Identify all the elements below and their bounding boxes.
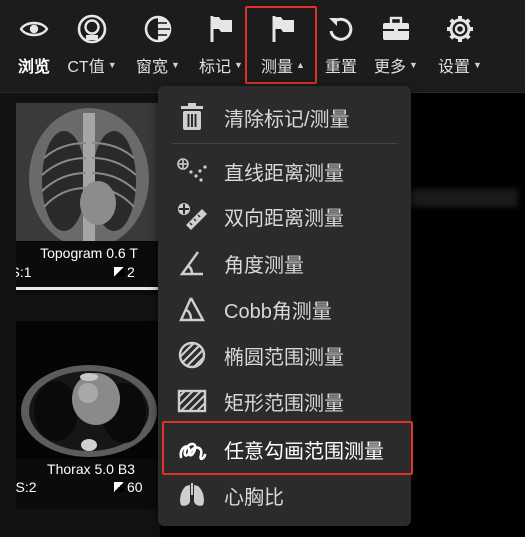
menu-item-line-distance[interactable]: 直线距离测量 xyxy=(158,148,411,194)
menu-item-label: 双向距离测量 xyxy=(224,207,344,230)
topogram-image xyxy=(16,103,162,241)
blurred-overlay-text xyxy=(408,189,518,207)
trash-icon xyxy=(174,102,210,132)
series-thumbnail-topogram[interactable]: Topogram 0.6 T S:1 2 xyxy=(16,103,162,295)
flag-icon xyxy=(204,12,238,46)
chevron-down-icon: ▼ xyxy=(234,60,243,70)
menu-item-angle[interactable]: 角度测量 xyxy=(158,240,411,286)
menu-item-label: 椭圆范围测量 xyxy=(224,346,344,369)
series-sidebar: Topogram 0.6 T S:1 2 Thorax 5.0 B3 S:2 6… xyxy=(0,93,162,537)
series-number: S:2 xyxy=(16,479,37,495)
top-toolbar: 浏览 CT值 ▼ 窗宽 ▼ 标记 ▼ 测量 ▲ 重置 更多 ▼ 设置 ▼ xyxy=(0,0,525,93)
menu-item-bidirectional-distance[interactable]: 双向距离测量 xyxy=(158,193,411,239)
gear-icon xyxy=(443,12,477,46)
line-distance-icon xyxy=(174,156,210,186)
menu-item-label: 直线距离测量 xyxy=(224,162,344,185)
toolbox-icon xyxy=(379,12,413,46)
tool-reset[interactable]: 重置 xyxy=(321,0,361,90)
chevron-down-icon: ▼ xyxy=(473,60,482,70)
series-thumbnail-thorax[interactable]: Thorax 5.0 B3 S:2 60 xyxy=(16,321,162,509)
ellipse-roi-icon xyxy=(174,340,210,370)
chevron-down-icon: ▼ xyxy=(409,60,418,70)
menu-item-cardiothoracic-ratio[interactable]: 心胸比 xyxy=(158,472,411,518)
bidirectional-distance-icon xyxy=(174,201,210,231)
tool-reset-label: 重置 xyxy=(324,59,357,76)
menu-item-label: Cobb角测量 xyxy=(224,300,332,323)
cobb-angle-icon xyxy=(174,294,210,324)
tool-mark-label: 标记 xyxy=(199,59,232,76)
tool-more[interactable]: 更多 ▼ xyxy=(370,0,422,90)
contrast-icon xyxy=(141,12,175,46)
menu-item-ellipse-roi[interactable]: 椭圆范围测量 xyxy=(158,332,411,378)
image-count: 60 xyxy=(127,479,143,495)
menu-item-cobb-angle[interactable]: Cobb角测量 xyxy=(158,286,411,332)
tool-browse-label: 浏览 xyxy=(17,59,50,76)
tool-window-width[interactable]: 窗宽 ▼ xyxy=(132,0,184,90)
menu-item-label: 角度测量 xyxy=(224,254,304,277)
menu-item-label: 心胸比 xyxy=(224,486,284,509)
ct-value-icon xyxy=(75,12,109,46)
chevron-down-icon: ▼ xyxy=(107,60,117,70)
series-title: Topogram 0.6 T xyxy=(40,245,138,261)
tool-more-label: 更多 xyxy=(374,59,407,76)
tool-ct-value[interactable]: CT值 ▼ xyxy=(63,0,121,90)
series-title: Thorax 5.0 B3 xyxy=(47,461,135,477)
tool-browse[interactable]: 浏览 xyxy=(12,0,56,90)
tool-ct-value-label: CT值 xyxy=(67,59,105,76)
measure-tool-highlight xyxy=(245,6,317,84)
menu-item-label: 清除标记/测量 xyxy=(224,108,350,131)
image-count: 2 xyxy=(127,264,135,280)
menu-item-rectangle-roi[interactable]: 矩形范围测量 xyxy=(158,378,411,424)
stack-icon xyxy=(114,267,124,277)
cardiothoracic-ratio-icon xyxy=(174,480,210,510)
series-number: S:1 xyxy=(16,264,32,280)
tool-settings-label: 设置 xyxy=(438,59,471,76)
thorax-ct-image xyxy=(16,321,162,459)
menu-item-clear[interactable]: 清除标记/测量 xyxy=(158,94,411,140)
freehand-item-highlight xyxy=(162,421,413,475)
eye-icon xyxy=(17,12,51,46)
stack-icon xyxy=(114,482,124,492)
tool-window-width-label: 窗宽 xyxy=(136,59,169,76)
menu-divider xyxy=(172,143,397,144)
menu-item-label: 矩形范围测量 xyxy=(224,392,344,415)
tool-mark[interactable]: 标记 ▼ xyxy=(195,0,247,90)
load-progress-bar xyxy=(16,287,162,290)
reset-icon xyxy=(324,12,358,46)
chevron-down-icon: ▼ xyxy=(171,60,180,70)
angle-icon xyxy=(174,248,210,278)
tool-settings[interactable]: 设置 ▼ xyxy=(434,0,486,90)
rectangle-roi-icon xyxy=(174,386,210,416)
